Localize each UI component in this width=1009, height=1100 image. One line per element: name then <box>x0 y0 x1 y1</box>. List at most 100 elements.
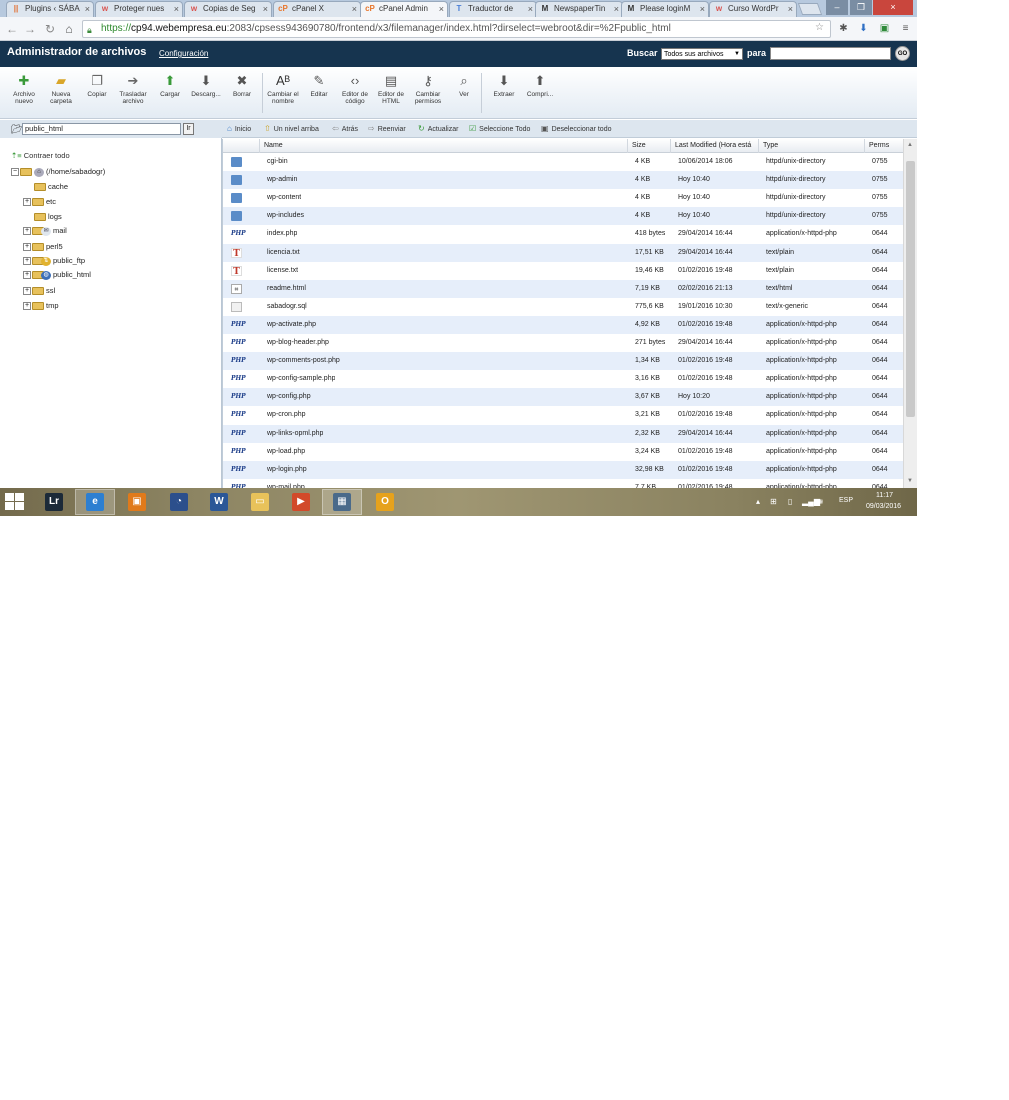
tab-close-icon[interactable]: × <box>352 2 357 16</box>
tab-close-icon[interactable]: × <box>174 2 179 16</box>
volume-icon[interactable]: 🔊︎ <box>818 497 823 507</box>
directory-go-button[interactable]: Ir <box>183 123 194 135</box>
settings-link[interactable]: Configuración <box>159 49 208 58</box>
back-action[interactable]: ⇦ Atrás <box>332 124 358 133</box>
tree-item-cache[interactable]: cache <box>23 182 68 192</box>
copy-button[interactable]: ❐ Copiar <box>80 73 114 98</box>
show-hidden-icons-icon[interactable]: ▴ <box>756 497 760 506</box>
language-indicator[interactable]: ESP <box>839 497 853 504</box>
compress-button[interactable]: ⬆ Compri... <box>523 73 557 98</box>
tab-close-icon[interactable]: × <box>528 2 533 16</box>
home-icon[interactable]: ⌂ <box>61 21 77 37</box>
start-button[interactable] <box>5 493 25 511</box>
refresh-action[interactable]: ↻ Actualizar <box>418 124 458 133</box>
table-row[interactable]: PHP wp-login.php 32,98 KB 01/02/2016 19:48 a… <box>223 460 903 479</box>
scroll-thumb[interactable] <box>906 161 915 417</box>
tree-item-ssl[interactable]: + ssl <box>23 286 55 296</box>
column-header-name[interactable]: Name <box>260 139 628 153</box>
clock-date[interactable]: 09/03/2016 <box>866 503 901 510</box>
tree-expand-icon[interactable]: + <box>23 271 31 280</box>
edit-button[interactable]: ✎ Editar <box>302 73 336 98</box>
tree-expand-icon[interactable]: − <box>11 168 19 177</box>
maximize-icon[interactable]: ❐ <box>850 0 872 15</box>
download-button[interactable]: ⬇ Descarg... <box>189 73 223 98</box>
tab-close-icon[interactable]: × <box>614 2 619 16</box>
new-file-button[interactable]: ✚ Archivo nuevo <box>7 73 41 105</box>
go-button[interactable]: GO <box>895 46 910 61</box>
vertical-scrollbar[interactable]: ▲ ▼ <box>903 139 917 488</box>
table-row[interactable]: PHP index.php 418 bytes 29/04/2014 16:44 app… <box>223 225 903 243</box>
home-action[interactable]: ⌂ Inicio <box>227 124 251 133</box>
taskbar-internet-explorer[interactable]: e <box>75 489 115 515</box>
table-row[interactable]: PHP wp-load.php 3,24 KB 01/02/2016 19:48 app… <box>223 443 903 461</box>
move-file-button[interactable]: ➔ Trasladar archivo <box>116 73 150 105</box>
browser-tab[interactable]: cP cPanel X × <box>273 1 361 17</box>
code-editor-button[interactable]: ‹› Editor de código <box>338 73 372 105</box>
extension-icon[interactable]: ✱ <box>836 21 851 36</box>
scroll-down-icon[interactable]: ▼ <box>907 478 913 484</box>
battery-icon[interactable]: ▯ <box>788 497 792 506</box>
new-tab-button[interactable] <box>797 3 823 15</box>
directory-input[interactable]: public_html <box>22 123 181 135</box>
table-row[interactable]: cgi-bin 4 KB 10/06/2014 18:06 httpd/unix-di… <box>223 153 903 171</box>
table-row[interactable]: wp-includes 4 KB Hoy 10:40 httpd/unix-direc… <box>223 207 903 226</box>
browser-tab[interactable]: cP cPanel Admin × <box>360 1 448 17</box>
change-permissions-button[interactable]: ⚷ Cambiar permisos <box>411 73 445 105</box>
scroll-up-icon[interactable]: ▲ <box>907 142 913 148</box>
tree-item-tmp[interactable]: + tmp <box>23 301 59 311</box>
tree-item-public-ftp[interactable]: + ⇅ public_ftp <box>23 256 85 266</box>
table-row[interactable]: ⌗ readme.html 7,19 KB 02/02/2016 21:13 text/… <box>223 279 903 298</box>
forward-action[interactable]: ⇨ Reenviar <box>368 124 406 133</box>
tree-expand-icon[interactable]: + <box>23 227 31 236</box>
tree-item-public-html[interactable]: + ◍ public_html <box>23 270 91 280</box>
up-one-level-action[interactable]: ⇧ Un nivel arriba <box>264 124 319 133</box>
taskbar-media-app[interactable]: ▶ <box>281 489 321 515</box>
tree-item-etc[interactable]: + etc <box>23 197 56 207</box>
search-scope-select[interactable]: Todos sus archivos <box>661 48 743 60</box>
collapse-all-link[interactable]: ⇡≡ Contraer todo <box>11 151 70 160</box>
tree-item-perl5[interactable]: + perl5 <box>23 242 63 252</box>
table-row[interactable]: wp-content 4 KB Hoy 10:40 httpd/unix-direct… <box>223 189 903 207</box>
view-button[interactable]: ⌕ Ver <box>447 73 481 98</box>
windows-flag-icon[interactable]: ⊞ <box>770 497 777 506</box>
table-row[interactable]: Tlicense.txt 19,46 KB 01/02/2016 19:48 text… <box>223 262 903 280</box>
tree-expand-icon[interactable]: + <box>23 243 31 252</box>
column-header-modified[interactable]: Last Modified (Hora está <box>671 139 759 153</box>
html-editor-button[interactable]: ▤ Editor de HTML <box>374 73 408 105</box>
tree-expand-icon[interactable]: + <box>23 302 31 311</box>
minimize-icon[interactable]: – <box>826 0 848 15</box>
tab-close-icon[interactable]: × <box>788 2 793 16</box>
new-folder-button[interactable]: ▰ Nueva carpeta <box>44 73 78 105</box>
table-row[interactable]: sabadogr.sql 775,6 KB 19/01/2016 10:30 text… <box>223 298 903 316</box>
taskbar-browser-compass[interactable]: ◔ <box>159 489 199 515</box>
table-row[interactable]: PHP wp-config.php 3,67 KB Hoy 10:20 applicat… <box>223 388 903 407</box>
select-all-action[interactable]: ☑ Seleccione Todo <box>469 124 530 133</box>
column-header-type[interactable]: Type <box>759 139 865 153</box>
browser-tab[interactable]: M NewspaperTin × <box>535 1 623 17</box>
browser-tab[interactable]: M Please loginM × <box>621 1 709 17</box>
taskbar-office[interactable]: ▣ <box>117 489 157 515</box>
taskbar-window-app[interactable]: ▦ <box>322 489 362 515</box>
deselect-all-action[interactable]: ▣ Deseleccionar todo <box>541 124 612 133</box>
star-icon[interactable]: ☆ <box>812 20 827 35</box>
close-window-icon[interactable]: × <box>873 0 913 15</box>
table-row[interactable]: PHP wp-blog-header.php 271 bytes 29/04/2014… <box>223 334 903 352</box>
column-header-perms[interactable]: Perms <box>865 139 903 153</box>
taskbar-word[interactable]: W <box>199 489 239 515</box>
reload-icon[interactable]: ↻ <box>42 21 58 37</box>
forward-arrow-icon[interactable]: → <box>22 21 38 37</box>
browser-tab[interactable]: T Traductor de × <box>449 1 537 17</box>
table-row[interactable]: PHP wp-comments-post.php 1,34 KB 01/02/2016… <box>223 352 903 371</box>
taskbar-lightroom[interactable]: Lr <box>34 489 74 515</box>
browser-tab[interactable]: w Proteger nues × <box>95 1 183 17</box>
clock-time[interactable]: 11:17 <box>876 492 893 499</box>
tab-close-icon[interactable]: × <box>263 2 268 16</box>
taskbar-outlook[interactable]: O <box>365 489 405 515</box>
taskbar-file-explorer[interactable]: ▭ <box>240 489 280 515</box>
url-field[interactable]: 🔒︎ https://cp94.webempresa.eu:2083/cpses… <box>82 20 831 38</box>
table-row[interactable]: PHP wp-mail.php 7,7 KB 01/02/2016 19:48 appl… <box>223 479 903 488</box>
column-header-size[interactable]: Size <box>628 139 671 153</box>
upload-button[interactable]: ⬆ Cargar <box>153 73 187 98</box>
tree-item-mail[interactable]: + ✉ mail <box>23 226 67 236</box>
table-row[interactable]: PHP wp-activate.php 4,92 KB 01/02/2016 19:4… <box>223 315 903 334</box>
